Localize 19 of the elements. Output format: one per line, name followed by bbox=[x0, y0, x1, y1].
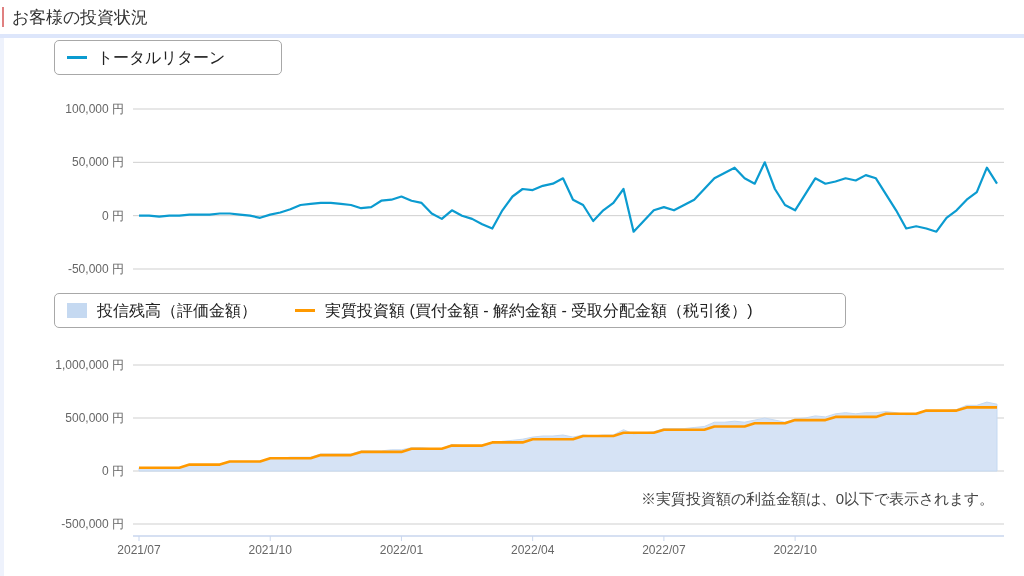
chart-note: ※実質投資額の利益金額は、0以下で表示されます。 bbox=[640, 489, 994, 507]
axis-label: 2022/07 bbox=[642, 543, 686, 557]
axis-label: -50,000 円 bbox=[67, 262, 124, 276]
section-title: お客様の投資状況 bbox=[12, 8, 148, 26]
axis-label: 100,000 円 bbox=[65, 102, 124, 116]
axis-label: 2021/07 bbox=[117, 543, 161, 557]
axis-label: 50,000 円 bbox=[71, 155, 124, 170]
axis-label: 2022/10 bbox=[773, 543, 817, 557]
axis-label: 2022/04 bbox=[511, 543, 555, 557]
axis-label: 2021/10 bbox=[248, 543, 292, 557]
legend-label: 実質投資額 (買付金額 - 解約金額 - 受取分配金額（税引後）) bbox=[325, 300, 753, 321]
axis-label: 0 円 bbox=[102, 208, 124, 223]
legend-label: トータルリターン bbox=[97, 47, 225, 68]
axis-label: 1,000,000 円 bbox=[55, 358, 124, 372]
axis-label: -500,000 円 bbox=[61, 517, 124, 531]
axis-label: 2022/01 bbox=[379, 543, 424, 557]
legend-label: 投信残高（評価金額） bbox=[97, 300, 257, 321]
axis-label: 500,000 円 bbox=[65, 411, 124, 425]
axis-label: 0 円 bbox=[102, 464, 124, 478]
